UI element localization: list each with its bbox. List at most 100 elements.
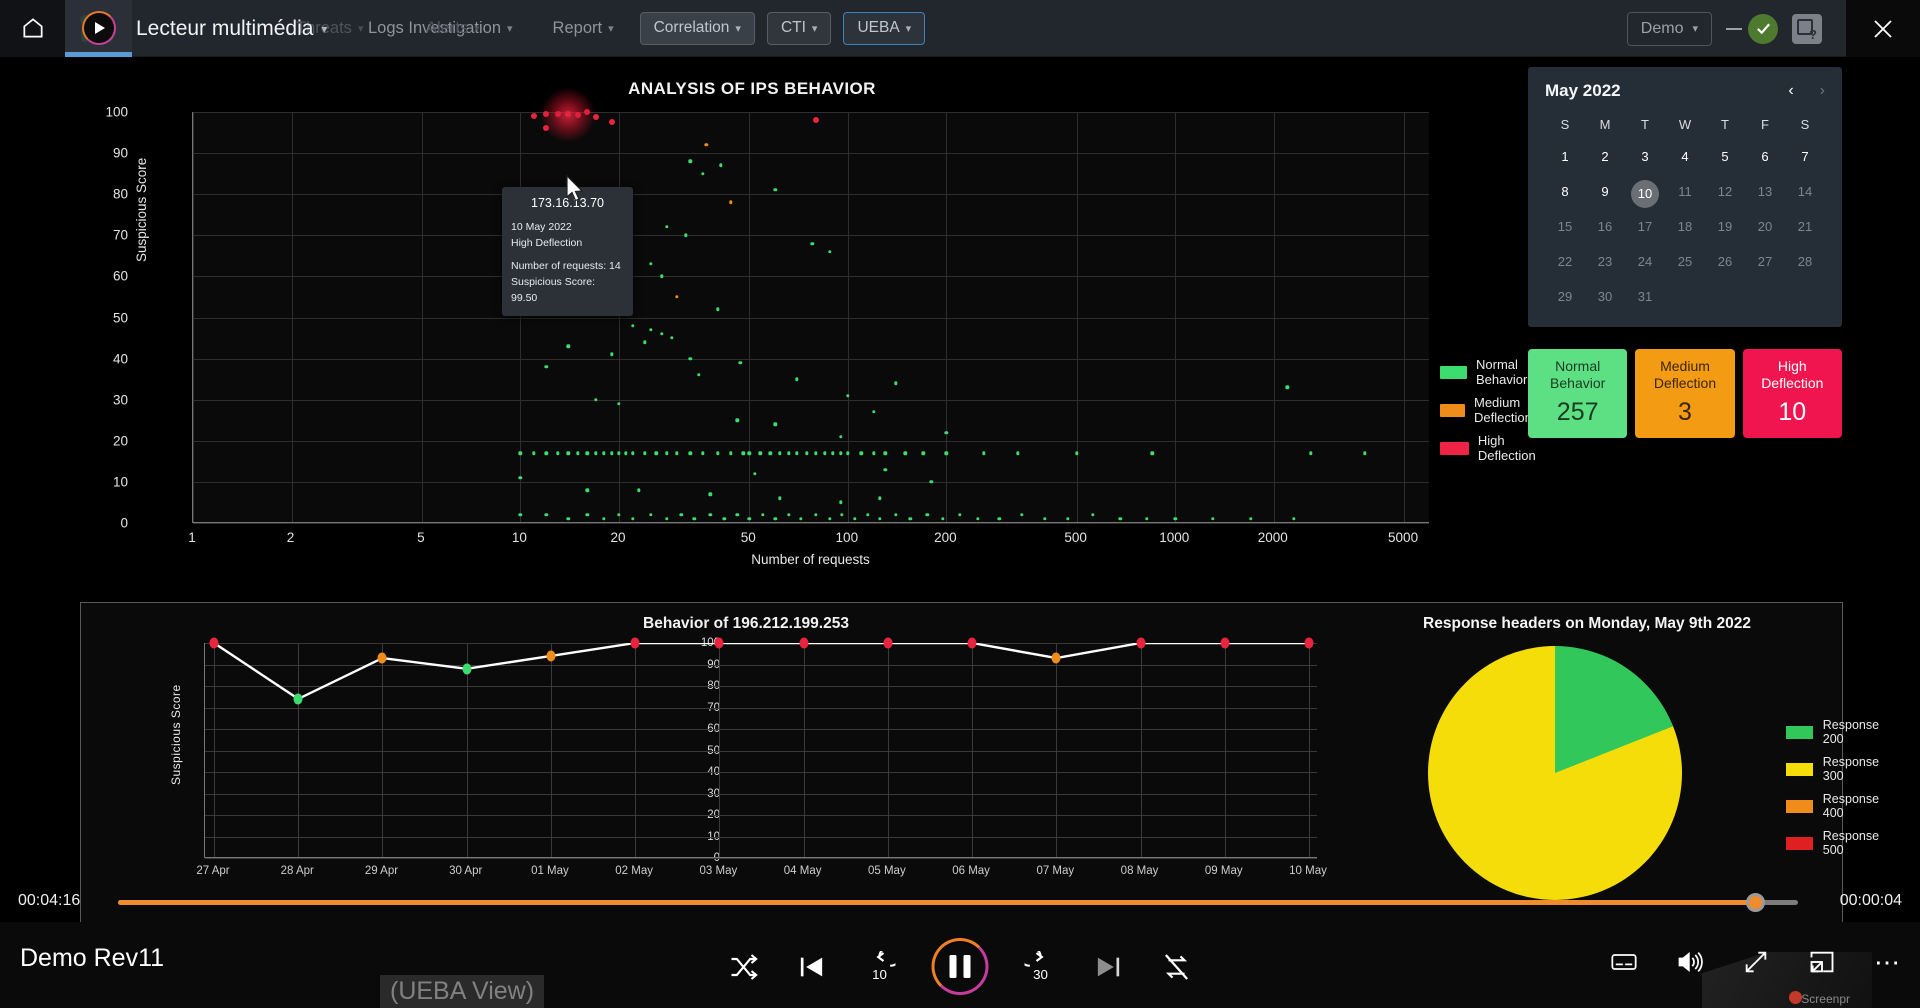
scatter-point[interactable]	[608, 119, 615, 126]
line-chart-point[interactable]	[799, 637, 809, 649]
scatter-point[interactable]	[787, 513, 791, 517]
scatter-point[interactable]	[778, 496, 782, 501]
scatter-point[interactable]	[1150, 451, 1154, 455]
calendar-day-27[interactable]: 27	[1745, 250, 1785, 274]
scatter-point[interactable]	[630, 324, 635, 328]
scatter-point[interactable]	[805, 451, 809, 455]
scatter-point[interactable]	[840, 513, 844, 517]
scatter-point[interactable]	[518, 513, 523, 517]
scatter-point[interactable]	[838, 434, 843, 439]
scatter-point[interactable]	[831, 451, 835, 455]
calendar-day-23[interactable]: 23	[1585, 250, 1625, 274]
scatter-point[interactable]	[753, 471, 757, 476]
scatter-point[interactable]	[941, 517, 945, 521]
line-chart-point[interactable]	[209, 637, 219, 649]
scatter-point[interactable]	[838, 451, 843, 455]
calendar-day-1[interactable]: 1	[1545, 145, 1585, 169]
scatter-point[interactable]	[997, 517, 1001, 521]
scatter-point[interactable]	[1309, 451, 1313, 455]
scatter-point[interactable]	[1210, 517, 1215, 521]
scatter-point[interactable]	[566, 451, 570, 455]
scatter-point[interactable]	[719, 163, 723, 168]
scatter-point[interactable]	[883, 451, 887, 455]
scatter-point[interactable]	[735, 418, 740, 422]
scatter-point[interactable]	[1091, 513, 1095, 517]
calendar-next-month-button[interactable]: ›	[1820, 83, 1825, 99]
scatter-point[interactable]	[773, 188, 777, 192]
scatter-point[interactable]	[827, 517, 832, 521]
scatter-point[interactable]	[679, 513, 683, 517]
scatter-point[interactable]	[976, 517, 980, 521]
scatter-point[interactable]	[925, 513, 930, 517]
line-chart-point[interactable]	[377, 652, 387, 664]
scatter-point[interactable]	[566, 517, 570, 521]
scatter-point[interactable]	[893, 513, 898, 517]
card-medium-deflection[interactable]: Medium Deflection 3	[1635, 349, 1735, 439]
calendar-day-15[interactable]: 15	[1545, 215, 1585, 239]
line-chart-point[interactable]	[714, 637, 724, 649]
scatter-point[interactable]	[700, 451, 705, 455]
pause-button[interactable]	[931, 938, 989, 995]
scatter-point[interactable]	[594, 397, 598, 402]
scatter-point[interactable]	[674, 451, 679, 455]
scatter-point[interactable]	[722, 517, 727, 521]
scatter-point[interactable]	[585, 488, 589, 492]
scatter-point[interactable]	[708, 513, 712, 517]
scatter-point[interactable]	[688, 356, 692, 361]
card-high-deflection[interactable]: High Deflection 10	[1742, 349, 1842, 439]
calendar-day-7[interactable]: 7	[1785, 145, 1825, 169]
calendar-day-2[interactable]: 2	[1585, 145, 1625, 169]
line-chart-point[interactable]	[967, 637, 977, 649]
scatter-point[interactable]	[778, 451, 782, 455]
scatter-point[interactable]	[795, 377, 799, 381]
scatter-point[interactable]	[773, 517, 777, 521]
nav-item-alerts[interactable]: Alerts ▾	[406, 0, 500, 57]
line-chart-point[interactable]	[1051, 652, 1061, 664]
scatter-point[interactable]	[814, 451, 818, 455]
close-button[interactable]	[1846, 0, 1920, 57]
status-badge[interactable]	[1748, 13, 1778, 44]
calendar-day-14[interactable]: 14	[1785, 180, 1825, 204]
seek-bar[interactable]	[118, 893, 1798, 912]
nav-item-cti[interactable]: CTI ▾	[766, 11, 832, 45]
calendar-day-21[interactable]: 21	[1785, 215, 1825, 239]
repeat-off-button[interactable]	[1161, 951, 1193, 983]
scatter-point[interactable]	[859, 451, 864, 455]
calendar-day-16[interactable]: 16	[1585, 215, 1625, 239]
calendar-prev-month-button[interactable]: ‹	[1788, 83, 1793, 99]
forward-30-button[interactable]: 30	[1024, 950, 1057, 983]
scatter-point[interactable]	[594, 451, 598, 455]
calendar-day-25[interactable]: 25	[1665, 250, 1705, 274]
seek-bar-handle[interactable]	[1746, 893, 1765, 912]
scatter-point[interactable]	[761, 513, 765, 517]
calendar-day-6[interactable]: 6	[1745, 145, 1785, 169]
calendar-day-10[interactable]: 10	[1625, 180, 1665, 208]
pie-chart[interactable]	[1428, 646, 1682, 900]
scatter-point[interactable]	[674, 295, 679, 299]
home-button[interactable]	[0, 0, 65, 57]
scatter-point[interactable]	[944, 430, 949, 435]
scatter-point[interactable]	[1285, 385, 1290, 390]
scatter-plot-area[interactable]	[192, 87, 1429, 524]
scatter-point[interactable]	[813, 117, 820, 124]
calendar-day-9[interactable]: 9	[1585, 180, 1625, 204]
scatter-point[interactable]	[1020, 513, 1024, 517]
scatter-point[interactable]	[708, 492, 712, 496]
scatter-point[interactable]	[659, 332, 664, 336]
scatter-point[interactable]	[609, 352, 614, 357]
scatter-point[interactable]	[544, 365, 549, 369]
scatter-point[interactable]	[659, 274, 664, 279]
subtitles-button[interactable]	[1610, 948, 1638, 976]
scatter-point[interactable]	[630, 517, 635, 521]
scatter-point[interactable]	[530, 113, 537, 120]
scatter-point[interactable]	[877, 517, 882, 521]
calendar-day-28[interactable]: 28	[1785, 250, 1825, 274]
calendar-day-11[interactable]: 11	[1665, 180, 1705, 204]
scatter-point[interactable]	[872, 451, 876, 455]
pie-legend-item[interactable]: Response 200	[1786, 718, 1886, 746]
calendar-day-4[interactable]: 4	[1665, 145, 1705, 169]
scatter-point[interactable]	[585, 513, 589, 517]
scatter-point[interactable]	[704, 143, 709, 147]
scatter-point[interactable]	[738, 361, 743, 365]
volume-button[interactable]	[1676, 948, 1704, 976]
